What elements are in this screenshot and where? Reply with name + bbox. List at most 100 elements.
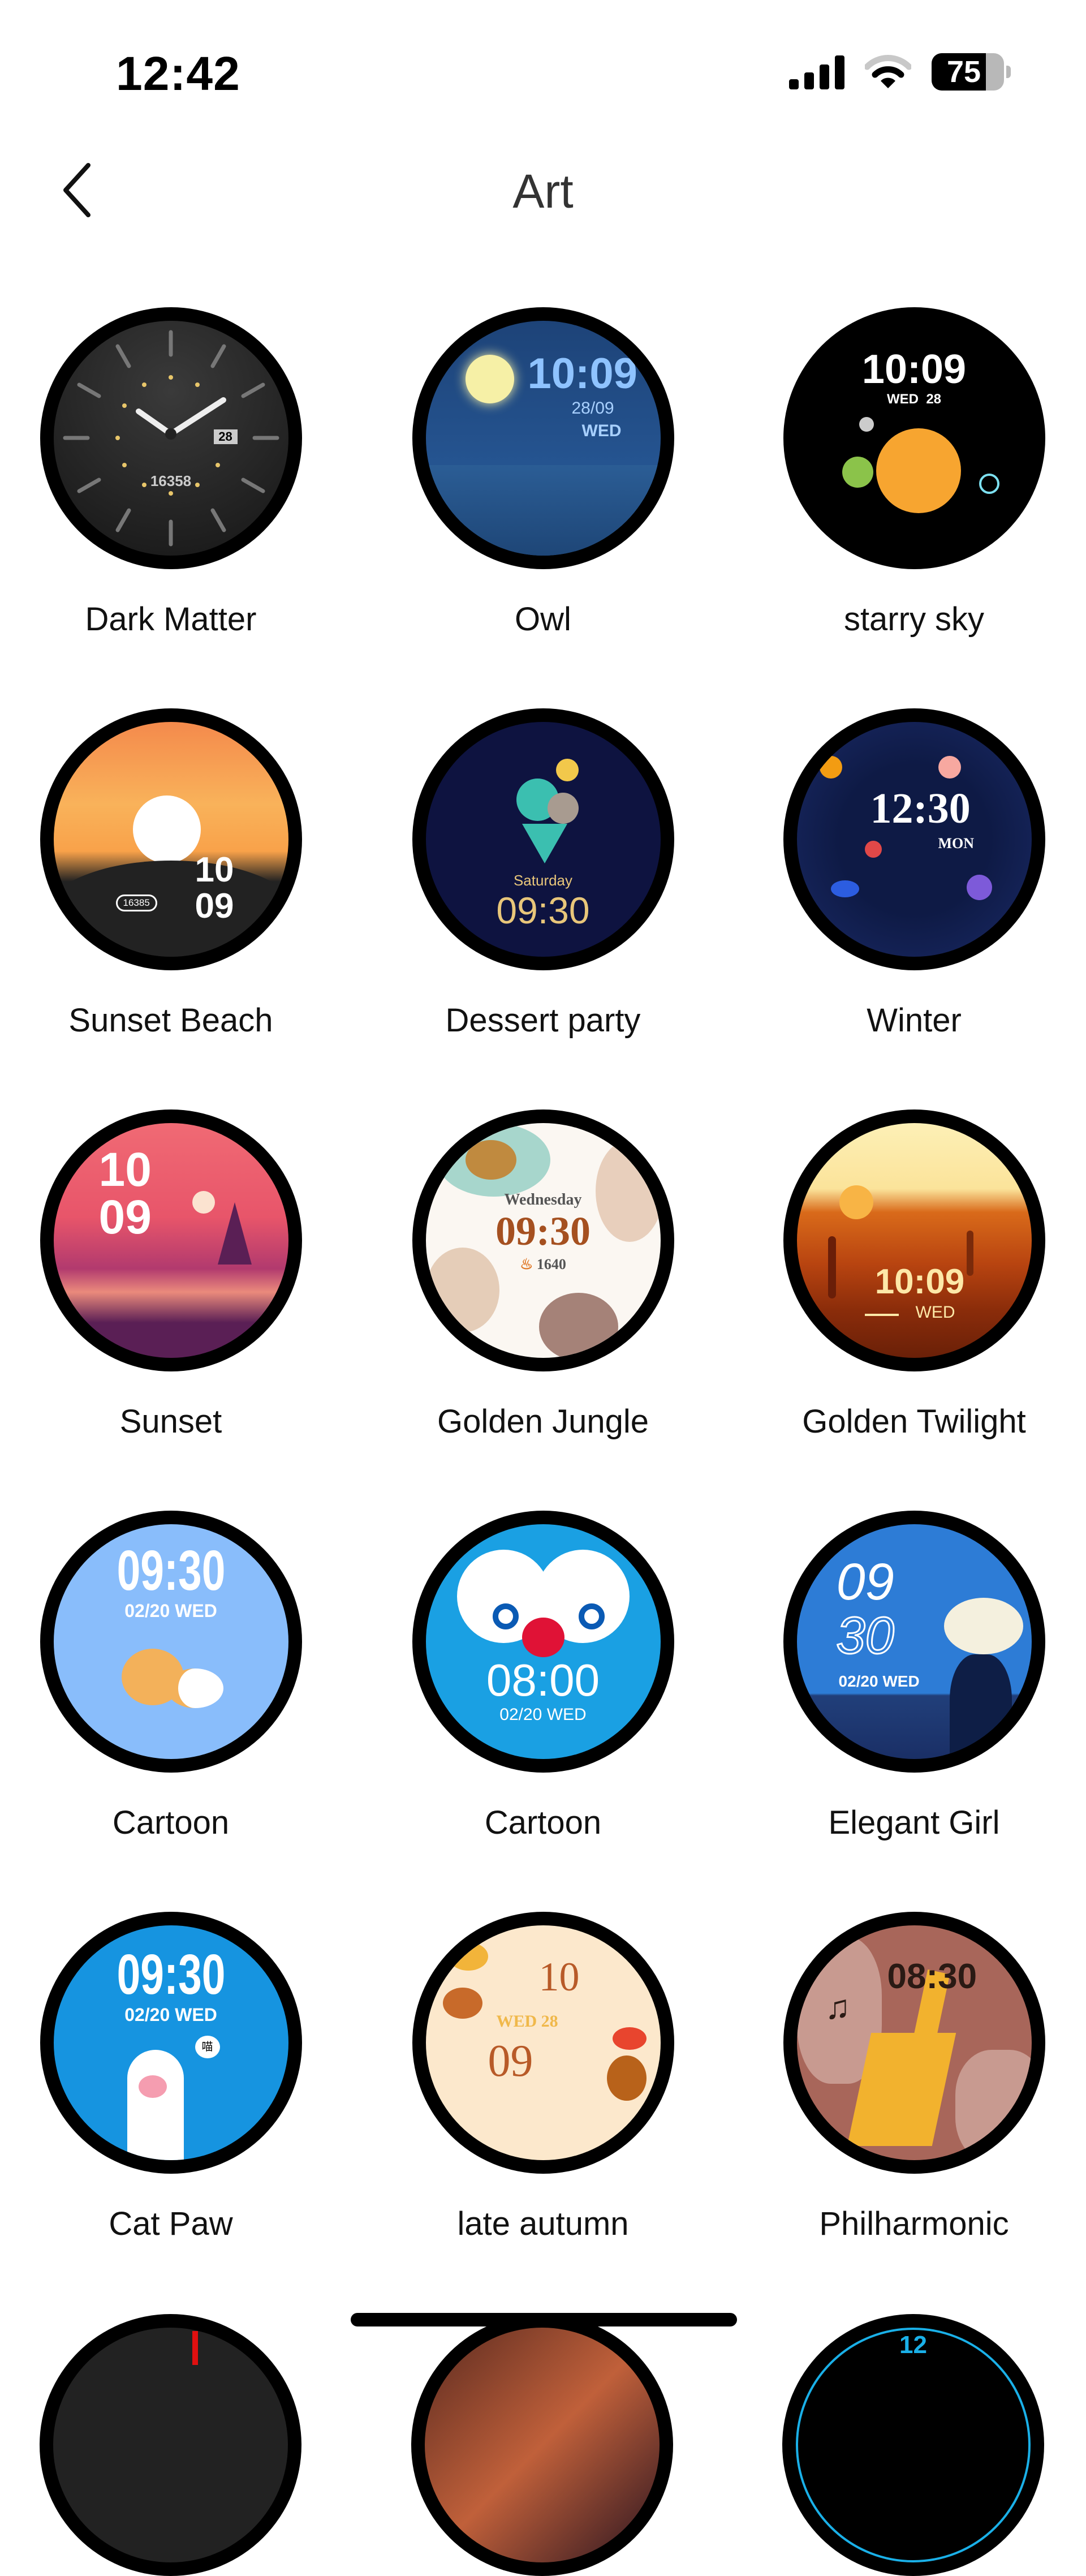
face-date: 28/09 bbox=[571, 399, 614, 418]
watch-face-preview: Wednesday 09:30 ♨ 1640 bbox=[412, 1109, 674, 1371]
face-day: Wednesday bbox=[504, 1191, 582, 1209]
face-time: 09 30 bbox=[835, 1553, 895, 1665]
watch-face-preview: 10:09 WED bbox=[783, 1109, 1045, 1371]
watch-face-preview: 09:30 02/20 WED bbox=[40, 1511, 302, 1773]
watch-face-card[interactable]: Wednesday 09:30 ♨ 1640 Golden Jungle bbox=[385, 1109, 701, 1483]
watch-face-card[interactable]: 09:30 02/20 WED Cartoon bbox=[12, 1511, 329, 1884]
watch-face-card[interactable]: 10:09 WED Golden Twilight bbox=[756, 1109, 1072, 1483]
watch-face-name: Owl bbox=[515, 601, 571, 638]
watch-face-card[interactable]: ♫ 08:30 Philharmonic bbox=[756, 1912, 1072, 2285]
watch-face-card[interactable]: 09:30 02/20 WED 喵 Cat Paw bbox=[12, 1912, 329, 2285]
watch-face-partial[interactable]: 12 bbox=[782, 2314, 1044, 2576]
watch-face-name: late autumn bbox=[457, 2205, 629, 2242]
watch-face-card[interactable]: 09 30 02/20 WED Elegant Girl bbox=[756, 1511, 1072, 1884]
girl-figure bbox=[949, 1654, 1012, 1759]
face-time: 10:09 bbox=[874, 1262, 965, 1301]
status-icons: 75 bbox=[789, 52, 1011, 92]
face-date: 02/20 WED bbox=[124, 1601, 217, 1621]
watch-face-name: Dark Matter bbox=[85, 601, 257, 638]
face-time: 09:30 bbox=[496, 889, 590, 931]
watch-face-preview: 10 09 bbox=[40, 1109, 302, 1371]
hat-icon bbox=[943, 1598, 1023, 1654]
moon-icon bbox=[465, 355, 514, 403]
watch-face-name: Winter bbox=[867, 1002, 962, 1039]
face-day: MON bbox=[938, 835, 975, 852]
face-time-hour: 10 bbox=[538, 1954, 580, 1999]
date-badge: 28 bbox=[213, 429, 238, 444]
watch-face-name: Sunset Beach bbox=[68, 1002, 273, 1039]
face-time: 09:30 bbox=[117, 1943, 225, 2006]
sailboat-icon bbox=[217, 1202, 252, 1265]
watch-face-preview: 10 09 16385 bbox=[40, 708, 302, 970]
wifi-icon bbox=[865, 55, 911, 88]
watch-face-preview: 10:09 WED 28 bbox=[783, 307, 1045, 569]
watch-face-preview: 09 30 02/20 WED bbox=[783, 1511, 1045, 1773]
watch-face-card[interactable]: 12:30 MON Winter bbox=[756, 708, 1072, 1082]
watch-face-card[interactable]: 28 16358 Dark Matter bbox=[12, 307, 329, 681]
nose-icon bbox=[522, 1618, 564, 1657]
watch-face-card[interactable]: 10:09 WED 28 starry sky bbox=[756, 307, 1072, 681]
face-time: 10:09 bbox=[861, 347, 967, 392]
flame-icon: ♨ bbox=[520, 1256, 533, 1272]
calorie-count: ♨ 1640 bbox=[520, 1256, 566, 1272]
watch-face-partial[interactable] bbox=[40, 2314, 301, 2576]
watch-face-name: Sunset bbox=[119, 1403, 222, 1440]
planet-icon bbox=[876, 428, 961, 513]
watch-face-card[interactable]: 10 09 16385 Sunset Beach bbox=[12, 708, 329, 1082]
battery-icon: 75 bbox=[932, 53, 1011, 91]
watch-face-preview: 08:00 02/20 WED bbox=[412, 1511, 674, 1773]
face-time: 12:30 bbox=[870, 785, 971, 832]
paw-icon bbox=[127, 2050, 184, 2160]
face-day: WED bbox=[581, 422, 622, 440]
watch-face-preview: 12:30 MON bbox=[783, 708, 1045, 970]
face-day: Saturday bbox=[513, 872, 573, 889]
face-time: 10:09 bbox=[527, 350, 637, 398]
page-title: Art bbox=[512, 165, 574, 218]
step-count: 16385 bbox=[115, 894, 157, 911]
watch-face-preview: 10:09 28/09 WED bbox=[412, 307, 674, 569]
watch-face-name: Golden Twilight bbox=[802, 1403, 1026, 1440]
watch-face-name: Golden Jungle bbox=[437, 1403, 649, 1440]
watch-face-preview: 10 WED 28 09 bbox=[412, 1912, 674, 2174]
watch-face-preview: 09:30 02/20 WED 喵 bbox=[40, 1912, 302, 2174]
watch-face-partial[interactable] bbox=[411, 2314, 673, 2576]
step-count: 16358 bbox=[150, 472, 192, 489]
leaf-icon bbox=[448, 1942, 488, 1971]
watch-face-name: Cartoon bbox=[112, 1804, 230, 1841]
watch-face-name: Philharmonic bbox=[819, 2205, 1009, 2242]
sun-icon bbox=[192, 1191, 215, 1214]
home-indicator[interactable] bbox=[351, 2313, 737, 2326]
face-time: 08:00 bbox=[486, 1655, 600, 1705]
sun-icon bbox=[132, 795, 201, 863]
status-time: 12:42 bbox=[116, 47, 240, 100]
face-time: 10 09 bbox=[98, 1143, 152, 1244]
watch-face-name: Cat Paw bbox=[109, 2205, 233, 2242]
watch-face-card[interactable]: 10 09 Sunset bbox=[12, 1109, 329, 1483]
cellular-signal-icon bbox=[789, 54, 844, 89]
face-date: WED 28 bbox=[886, 392, 942, 407]
watch-face-preview: ♫ 08:30 bbox=[783, 1912, 1045, 2174]
face-time: 09:30 bbox=[495, 1209, 591, 1254]
city-skyline bbox=[425, 465, 661, 556]
face-date: 02/20 WED bbox=[838, 1672, 920, 1690]
watch-face-name: Elegant Girl bbox=[828, 1804, 1000, 1841]
watch-face-card[interactable]: 08:00 02/20 WED Cartoon bbox=[385, 1511, 701, 1884]
face-time-minute: 09 bbox=[488, 2036, 533, 2086]
analog-dial bbox=[63, 330, 279, 547]
moon-icon bbox=[842, 457, 873, 488]
face-date: 02/20 WED bbox=[499, 1705, 587, 1724]
watch-face-card[interactable]: 10:09 28/09 WED Owl bbox=[385, 307, 701, 681]
music-note-icon: ♫ bbox=[825, 1988, 851, 2026]
face-day: WED bbox=[915, 1303, 955, 1322]
watch-face-preview: Saturday 09:30 bbox=[412, 708, 674, 970]
watch-face-card[interactable]: 10 WED 28 09 late autumn bbox=[385, 1912, 701, 2285]
face-time: 10 09 bbox=[195, 850, 234, 926]
sun-icon bbox=[839, 1185, 873, 1219]
watch-face-card[interactable]: Saturday 09:30 Dessert party bbox=[385, 708, 701, 1082]
battery-percent: 75 bbox=[946, 55, 981, 89]
face-date: WED 28 bbox=[496, 2012, 558, 2031]
watch-face-name: Cartoon bbox=[484, 1804, 602, 1841]
face-date: 02/20 WED bbox=[124, 2005, 217, 2025]
watch-face-preview: 28 16358 bbox=[40, 307, 302, 569]
watch-face-name: starry sky bbox=[843, 601, 985, 638]
